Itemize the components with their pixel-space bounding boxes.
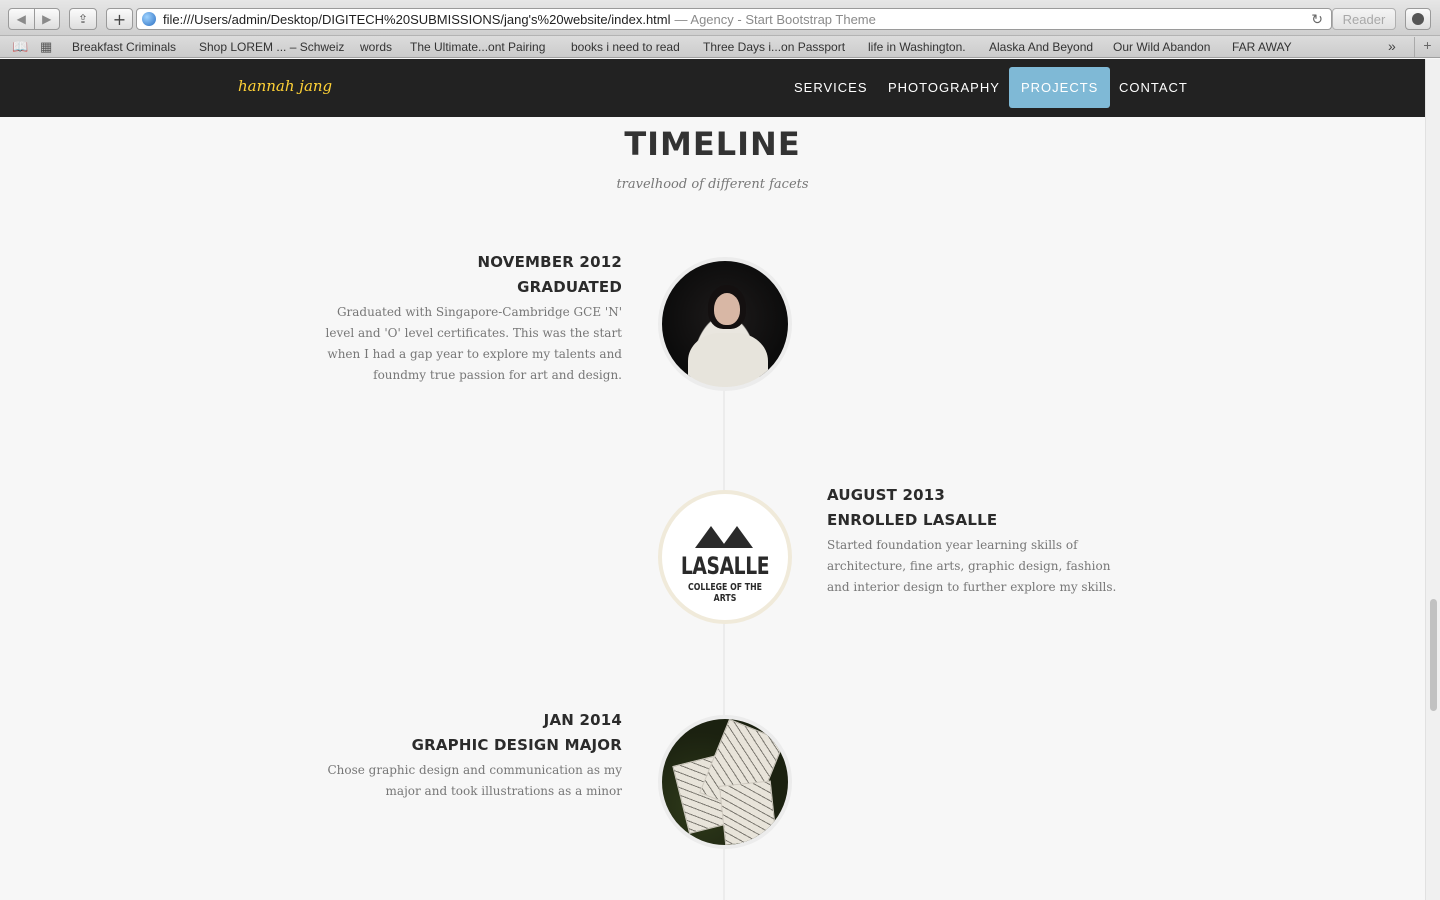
entry-date: AUGUST 2013 — [827, 486, 946, 504]
nav-projects[interactable]: PROJECTS — [1009, 67, 1111, 108]
lasalle-roof-icon — [695, 526, 755, 550]
entry-date: JAN 2014 — [543, 711, 622, 729]
entry-description: Started foundation year learning skills … — [827, 538, 1117, 594]
page-title-text: — Agency - Start Bootstrap Theme — [674, 11, 876, 27]
bookmark-item[interactable]: life in Washington. — [868, 40, 966, 54]
reader-button[interactable]: Reader — [1332, 8, 1396, 30]
bookmark-item[interactable]: books i need to read — [571, 40, 680, 54]
timeline-section: TIMELINE travelhood of different facets … — [0, 117, 1425, 900]
top-sites-grid-icon[interactable]: ▦ — [40, 39, 52, 55]
address-bar[interactable]: file:///Users/admin/Desktop/DIGITECH%20S… — [136, 8, 1332, 30]
back-forward-buttons[interactable]: ◀ ▶ — [8, 8, 60, 30]
site-logo[interactable]: hannah jang — [238, 77, 332, 95]
section-subtitle: travelhood of different facets — [616, 177, 809, 192]
scrollbar-thumb[interactable] — [1430, 599, 1437, 711]
reading-list-icon[interactable]: 📖 — [12, 39, 28, 55]
nav-contact[interactable]: CONTACT — [1107, 67, 1200, 108]
download-icon — [1412, 13, 1424, 25]
back-arrow-icon[interactable]: ◀ — [9, 12, 34, 26]
timeline-entry: AUGUST 2013 ENROLLED LASALLE Started fou… — [827, 483, 1127, 598]
globe-icon — [142, 12, 156, 26]
bookmark-item[interactable]: Our Wild Abandon — [1113, 40, 1210, 54]
timeline-entry: JAN 2014 GRAPHIC DESIGN MAJOR Chose grap… — [322, 708, 622, 802]
entry-description: Graduated with Singapore-Cambridge GCE '… — [325, 305, 622, 382]
timeline-entry: NOVEMBER 2012 GRADUATED Graduated with S… — [322, 250, 622, 386]
entry-heading: GRAPHIC DESIGN MAJOR — [411, 736, 622, 754]
site-navbar: hannah jang SERVICES PHOTOGRAPHY PROJECT… — [0, 59, 1425, 117]
reload-icon[interactable]: ↻ — [1311, 11, 1323, 28]
bookmark-item[interactable]: FAR AWAY — [1232, 40, 1292, 54]
bookmark-item[interactable]: Shop LOREM ... – Schweiz — [199, 40, 344, 54]
bookmarks-bar: 📖 ▦ Breakfast Criminals Shop LOREM ... –… — [0, 36, 1440, 58]
bookmark-item[interactable]: Breakfast Criminals — [72, 40, 176, 54]
timeline-image-illustrations — [658, 715, 792, 849]
section-title: TIMELINE — [624, 125, 801, 163]
timeline-image-lasalle-logo: LASALLE COLLEGE OF THE ARTS — [658, 490, 792, 624]
more-bookmarks-chevron-icon[interactable]: » — [1388, 38, 1396, 54]
entry-description: Chose graphic design and communication a… — [327, 763, 622, 798]
entry-date: NOVEMBER 2012 — [477, 253, 622, 271]
url-text[interactable]: file:///Users/admin/Desktop/DIGITECH%20S… — [163, 12, 671, 27]
lasalle-logo-subtitle: COLLEGE OF THE ARTS — [688, 582, 762, 604]
page-scrollbar[interactable] — [1425, 59, 1440, 900]
forward-arrow-icon[interactable]: ▶ — [35, 12, 60, 26]
bookmark-item[interactable]: words — [360, 40, 392, 54]
new-tab-plus-icon[interactable]: + — [106, 8, 133, 30]
browser-toolbar: ◀ ▶ ⇪ + file:///Users/admin/Desktop/DIGI… — [0, 0, 1440, 36]
bookmark-item[interactable]: The Ultimate...ont Pairing — [410, 40, 545, 54]
portrait-face — [714, 293, 740, 325]
nav-photography[interactable]: PHOTOGRAPHY — [876, 67, 1012, 108]
entry-heading: GRADUATED — [517, 278, 622, 296]
entry-heading: ENROLLED LASALLE — [827, 511, 998, 529]
bookmark-item[interactable]: Alaska And Beyond — [989, 40, 1093, 54]
downloads-button[interactable] — [1405, 8, 1431, 30]
add-tab-plus-icon[interactable]: + — [1414, 37, 1440, 57]
nav-services[interactable]: SERVICES — [782, 67, 880, 108]
timeline-image-portrait — [658, 257, 792, 391]
portrait-shirt — [688, 333, 768, 387]
share-icon[interactable]: ⇪ — [69, 8, 97, 30]
bookmark-item[interactable]: Three Days i...on Passport — [703, 40, 845, 54]
lasalle-logo-title: LASALLE — [680, 552, 770, 580]
illustration-card — [719, 780, 777, 845]
